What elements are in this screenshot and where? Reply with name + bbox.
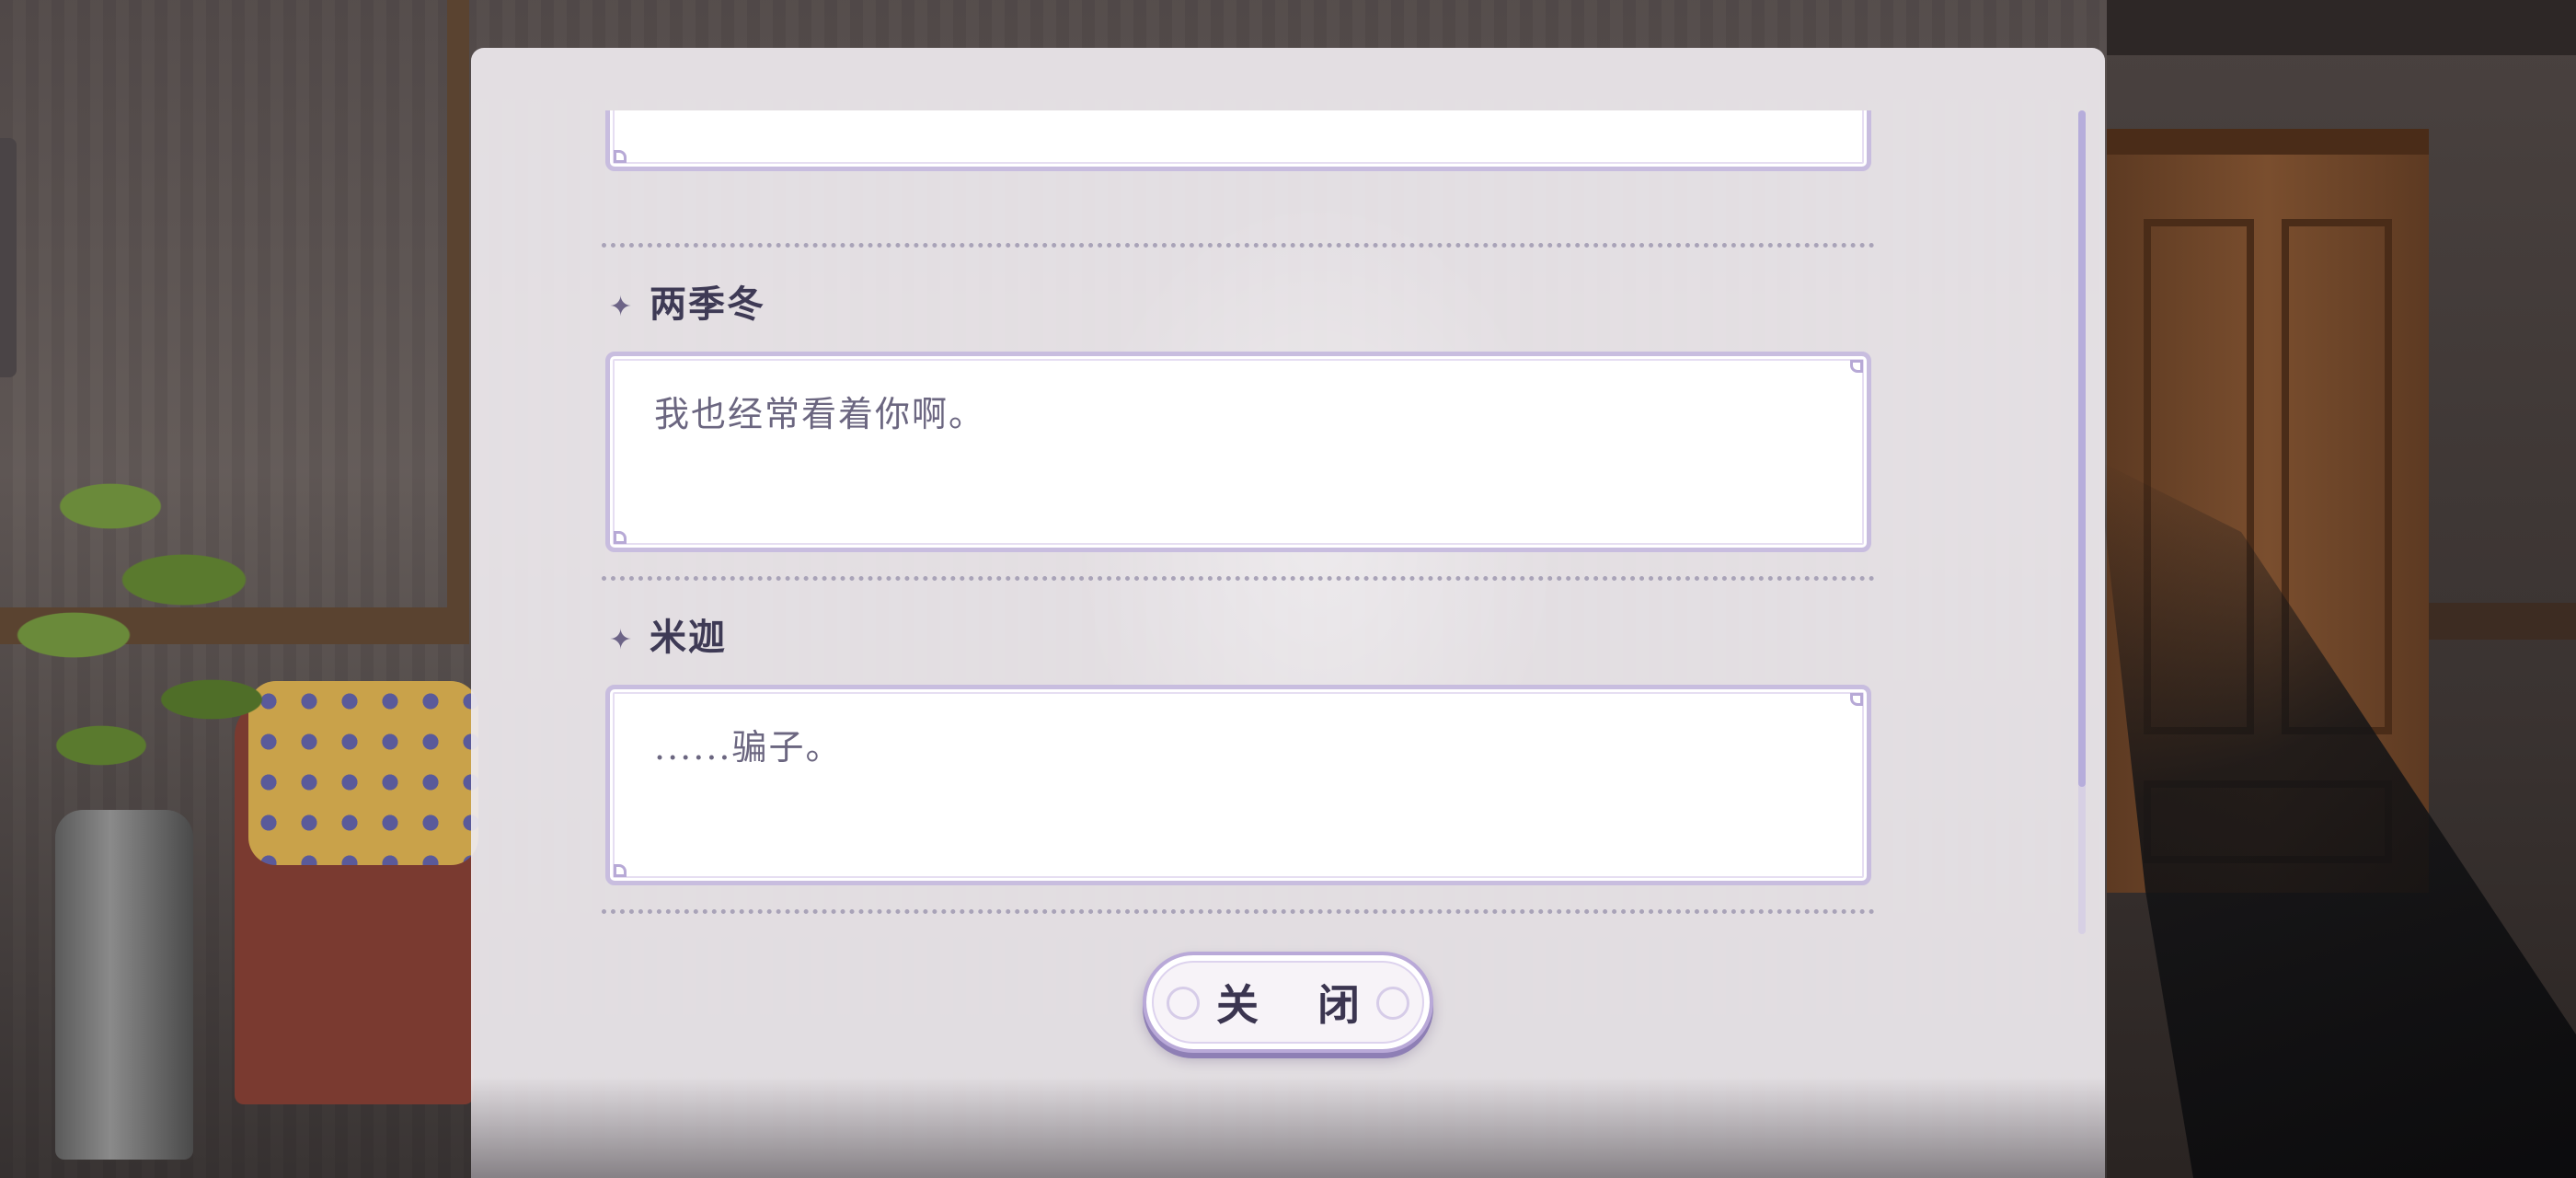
- message-text: ......骗子。: [654, 727, 843, 768]
- scrollbar-thumb[interactable]: [2078, 110, 2086, 787]
- close-button-label: 关 闭: [1215, 980, 1382, 1030]
- four-point-star-icon: ✦: [609, 624, 633, 656]
- message-box: ......骗子。: [605, 685, 1871, 885]
- wall-rail-right: [2420, 603, 2576, 640]
- ornament-icon: [1376, 987, 1409, 1020]
- message-text: 我也经常看着你啊。: [654, 394, 986, 434]
- close-button[interactable]: 关 闭: [1143, 952, 1433, 1053]
- scrollbar-track[interactable]: [2078, 110, 2086, 934]
- dialog-log-panel: ✦ 两季冬 我也经常看着你啊。 ✦ 米迦 ......骗子。 关 闭: [471, 48, 2105, 1178]
- plant-leaves: [0, 433, 294, 819]
- speaker-row: ✦ 米迦: [609, 607, 727, 661]
- ornament-icon: [1167, 987, 1200, 1020]
- four-point-star-icon: ✦: [609, 291, 633, 323]
- plant-vase: [55, 810, 193, 1160]
- message-box: 我也经常看着你啊。: [605, 352, 1871, 552]
- entry-divider: [602, 909, 1875, 914]
- speaker-name: 两季冬: [650, 283, 765, 326]
- entry-divider: [602, 576, 1875, 581]
- panel-bottom-fade: [471, 1077, 2105, 1178]
- speaker-name: 米迦: [650, 616, 727, 659]
- speaker-row: ✦ 两季冬: [609, 274, 765, 328]
- entry-divider: [602, 243, 1875, 248]
- side-tab[interactable]: [0, 138, 17, 377]
- message-box-previous: [605, 110, 1871, 171]
- dialog-log-scroll-area[interactable]: ✦ 两季冬 我也经常看着你啊。 ✦ 米迦 ......骗子。: [602, 110, 1879, 939]
- ceiling: [2107, 0, 2576, 55]
